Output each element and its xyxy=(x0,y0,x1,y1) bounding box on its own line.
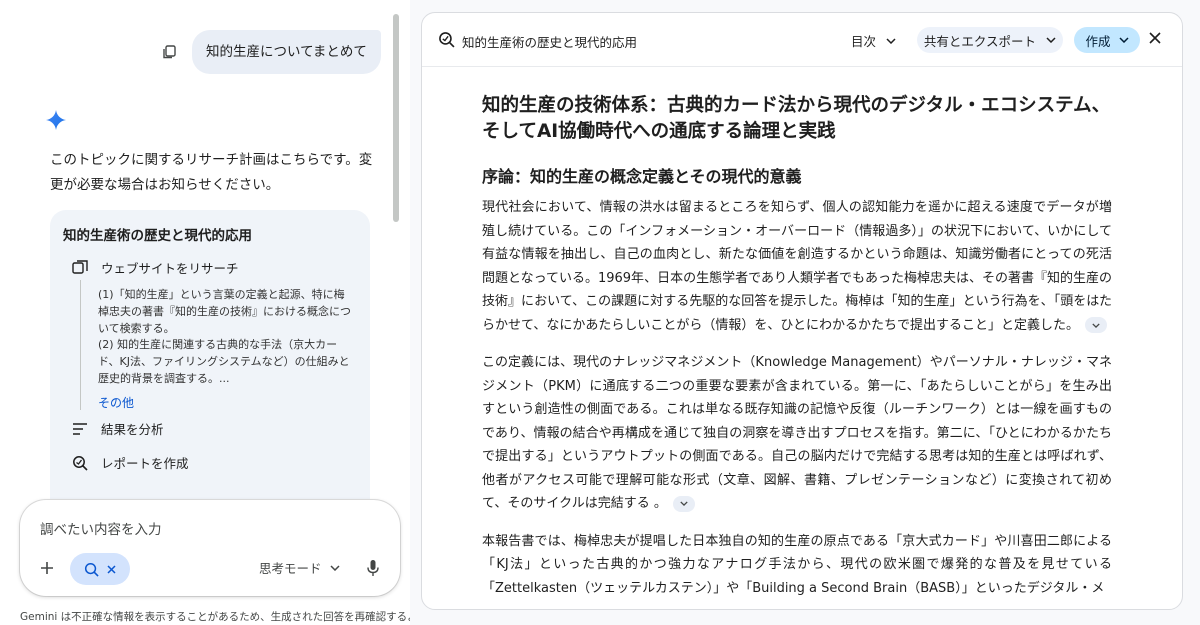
paragraph: 本報告書では、梅棹忠夫が提唱した日本独自の知的生産の原点である「京大式カード」や… xyxy=(482,530,1112,601)
plan-step-detail-2: (2) 知的生産に関連する古典的な手法（京大カード、KJ法、ファイリングシステム… xyxy=(98,338,350,385)
plan-step-analyze-label: 結果を分析 xyxy=(101,422,164,437)
report-search-icon xyxy=(71,454,89,472)
chat-pane: 知的生産についてまとめて このトピックに関するリサーチ計画はこちらです。変更が必… xyxy=(0,0,410,625)
section-heading: 序論：知的生産の概念定義とその現代的意義 xyxy=(482,167,802,186)
user-message-bubble: 知的生産についてまとめて xyxy=(192,30,381,74)
research-plan-card: 知的生産術の歴史と現代的応用 ウェブサイトをリサーチ (1)「知的生産」という言… xyxy=(50,210,370,530)
chevron-down-icon xyxy=(886,37,896,44)
toc-label: 目次 xyxy=(851,34,877,49)
microphone-icon[interactable] xyxy=(364,558,382,578)
plan-step-report-label: レポートを作成 xyxy=(101,456,189,471)
mode-selector[interactable]: 思考モード xyxy=(259,558,340,577)
chevron-down-icon xyxy=(1046,37,1056,43)
more-link[interactable]: その他 xyxy=(98,394,134,411)
create-button[interactable]: 作成 xyxy=(1074,27,1140,53)
deep-research-icon xyxy=(84,562,99,577)
composer: 調べたい内容を入力 思考モード xyxy=(20,500,400,596)
paragraph-text: この定義には、現代のナレッジマネジメント（Knowledge Managemen… xyxy=(482,355,1112,511)
deep-research-chip[interactable] xyxy=(70,553,130,585)
prompt-input[interactable]: 調べたい内容を入力 xyxy=(40,518,162,538)
assistant-reply: このトピックに関するリサーチ計画はこちらです。変更が必要な場合はお知らせください… xyxy=(50,152,373,193)
plan-title: 知的生産術の歴史と現代的応用 xyxy=(63,228,252,244)
paragraph-text: 本報告書では、梅棹忠夫が提唱した日本独自の知的生産の原点である「京大式カード」や… xyxy=(482,533,1112,596)
document-title: 知的生産の技術体系：古典的カード法から現代のデジタル・エコシステム、そしてAI協… xyxy=(482,95,1111,142)
chevron-down-icon xyxy=(329,564,340,571)
plan-step-research: ウェブサイトをリサーチ xyxy=(71,258,239,277)
mode-label: 思考モード xyxy=(259,561,322,576)
expand-citation-button[interactable] xyxy=(1084,317,1107,333)
paragraph-text: 現代社会において、情報の洪水は留まるところを知らず、個人の認知能力を遥かに超える… xyxy=(482,200,1112,333)
plan-step-detail-1: (1)「知的生産」という言葉の定義と起源、特に梅棹忠夫の著書『知的生産の技術』に… xyxy=(98,288,351,335)
document-header: 知的生産術の歴史と現代的応用 目次 共有とエクスポート 作成 xyxy=(422,13,1182,67)
analyze-icon xyxy=(71,420,89,438)
chip-close-icon[interactable] xyxy=(107,564,116,574)
plan-step-analyze: 結果を分析 xyxy=(71,419,164,438)
paragraph: この定義には、現代のナレッジマネジメント（Knowledge Managemen… xyxy=(482,351,1112,516)
expand-citation-button[interactable] xyxy=(672,495,695,512)
add-button[interactable] xyxy=(37,558,57,578)
timeline-line xyxy=(80,280,81,410)
copy-icon[interactable] xyxy=(160,43,178,61)
disclaimer-text: Gemini は不正確な情報を表示することがあるため、生成された回答を再確認する… xyxy=(20,611,410,623)
website-research-icon xyxy=(71,259,89,277)
toc-button[interactable]: 目次 xyxy=(851,31,896,50)
chevron-down-icon xyxy=(1118,37,1129,43)
user-message-row: 知的生産についてまとめて xyxy=(160,30,381,74)
create-label: 作成 xyxy=(1085,33,1111,49)
plan-step-report: レポートを作成 xyxy=(71,453,189,472)
plan-step-research-label: ウェブサイトをリサーチ xyxy=(101,261,239,276)
share-export-button[interactable]: 共有とエクスポート xyxy=(917,27,1063,53)
document-header-title: 知的生産術の歴史と現代的応用 xyxy=(462,35,638,50)
deep-research-icon xyxy=(438,31,456,49)
share-export-label: 共有とエクスポート xyxy=(923,33,1037,49)
document-body: 知的生産の技術体系：古典的カード法から現代のデジタル・エコシステム、そしてAI協… xyxy=(482,93,1112,600)
gemini-spark-icon xyxy=(46,110,66,130)
document-pane: 知的生産術の歴史と現代的応用 目次 共有とエクスポート 作成 知的生産の技術体系… xyxy=(421,12,1183,610)
app-window: 知的生産についてまとめて このトピックに関するリサーチ計画はこちらです。変更が必… xyxy=(0,0,1200,625)
close-icon[interactable] xyxy=(1149,32,1163,46)
chat-scrollbar[interactable] xyxy=(393,14,399,222)
paragraph: 現代社会において、情報の洪水は留まるところを知らず、個人の認知能力を遥かに超える… xyxy=(482,196,1112,337)
